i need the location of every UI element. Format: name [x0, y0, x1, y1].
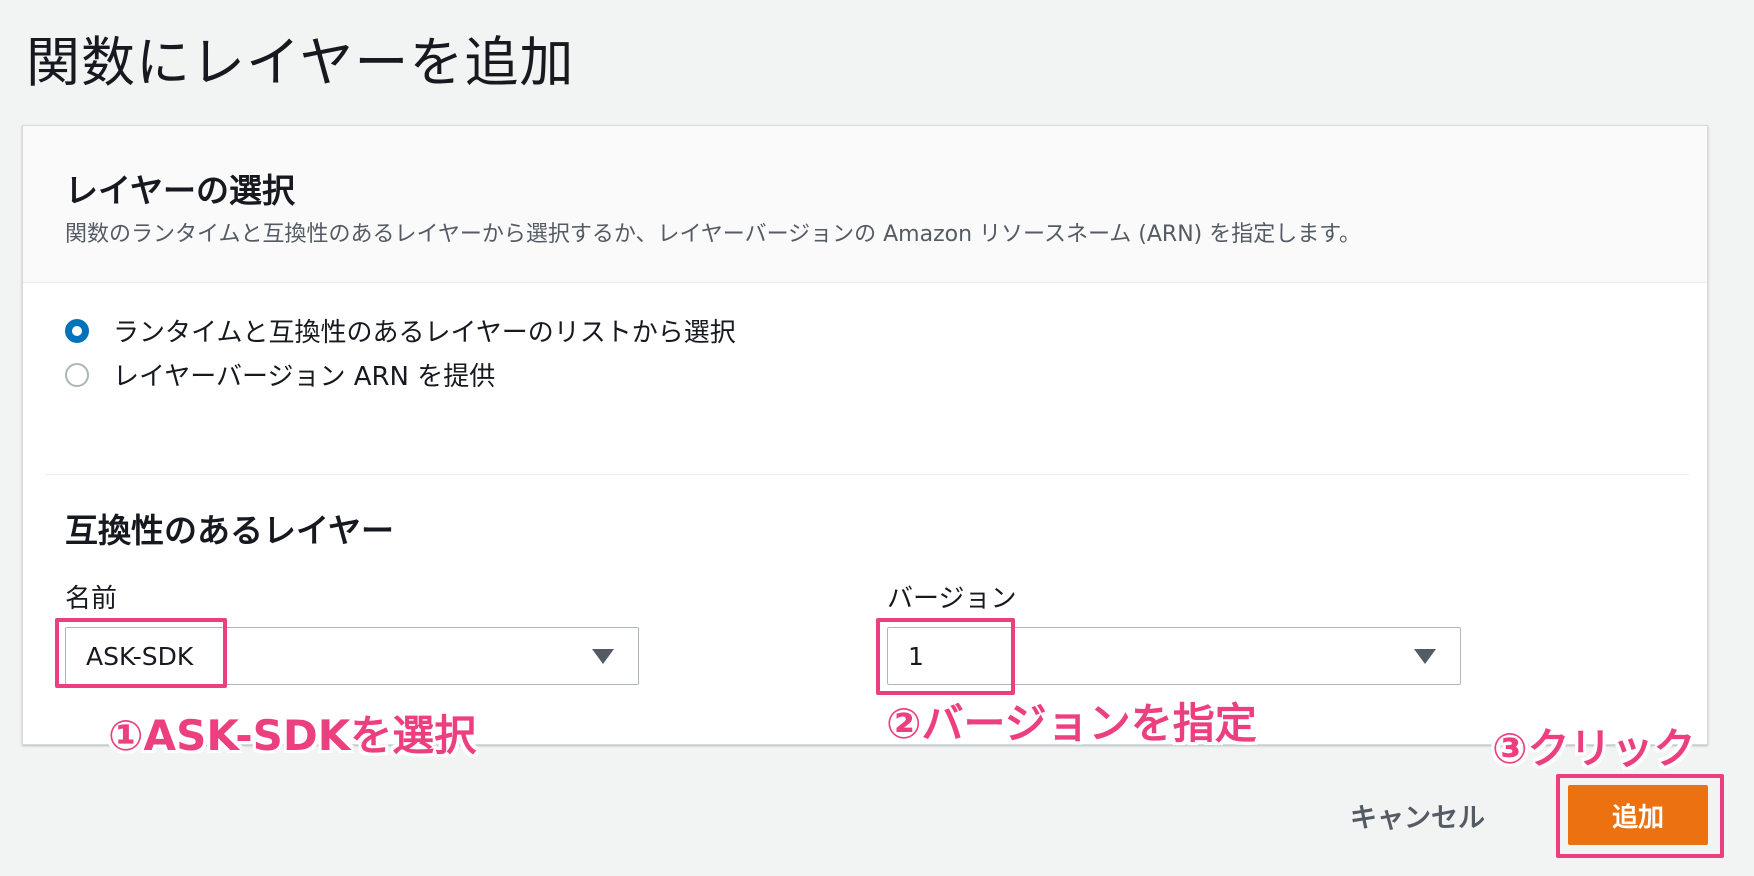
layer-version-value: 1: [908, 641, 924, 671]
radio-option-arn[interactable]: レイヤーバージョン ARN を提供: [65, 356, 495, 393]
radio-label-arn: レイヤーバージョン ARN を提供: [113, 362, 496, 392]
panel-header: レイヤーの選択 関数のランタイムと互換性のあるレイヤーから選択するか、レイヤーバ…: [23, 126, 1707, 283]
layer-name-select[interactable]: ASK-SDK: [65, 627, 639, 685]
radio-unchecked[interactable]: [65, 362, 89, 387]
cancel-button[interactable]: キャンセル: [1340, 790, 1495, 840]
annotation-step2: ②バージョンを指定: [886, 699, 1257, 748]
add-button[interactable]: 追加: [1568, 785, 1708, 845]
compatible-layers-heading: 互換性のあるレイヤー: [65, 511, 395, 550]
radio-label-runtime-list: ランタイムと互換性のあるレイヤーのリストから選択: [113, 318, 736, 348]
layer-selection-panel: レイヤーの選択 関数のランタイムと互換性のあるレイヤーから選択するか、レイヤーバ…: [22, 125, 1708, 745]
layer-selection-heading: レイヤーの選択: [65, 171, 296, 210]
annotation-step3: ③クリック: [1492, 724, 1696, 773]
annotation-step1: ①ASK-SDKを選択: [108, 711, 477, 760]
caret-down-icon: [1414, 649, 1436, 664]
page-title: 関数にレイヤーを追加: [26, 31, 575, 94]
version-label: バージョン: [887, 584, 1017, 614]
layer-name-value: ASK-SDK: [86, 641, 194, 671]
caret-down-icon: [592, 649, 614, 664]
radio-checked[interactable]: [65, 318, 89, 343]
section-divider: [45, 474, 1689, 475]
layer-version-select[interactable]: 1: [887, 627, 1461, 685]
name-label: 名前: [65, 584, 118, 614]
layer-selection-description: 関数のランタイムと互換性のあるレイヤーから選択するか、レイヤーバージョンの Am…: [65, 222, 1362, 247]
radio-option-runtime-list[interactable]: ランタイムと互換性のあるレイヤーのリストから選択: [65, 312, 736, 349]
